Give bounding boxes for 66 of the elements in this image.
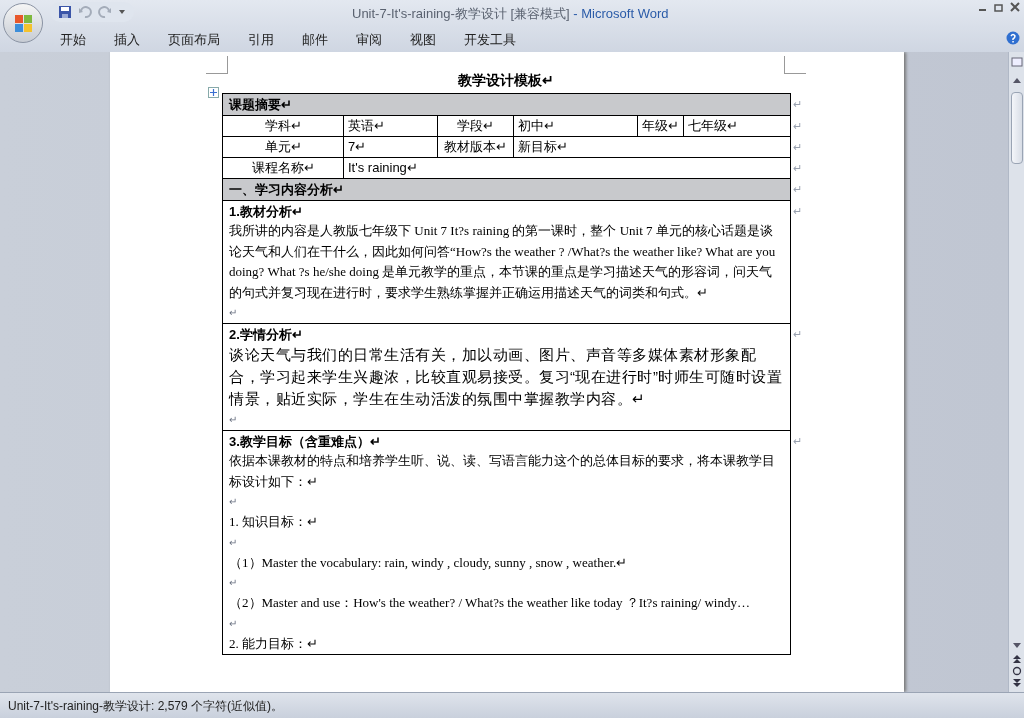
table-cell: 七年级↵ bbox=[688, 118, 738, 133]
document-heading: 教学设计模板↵ bbox=[458, 71, 554, 90]
ruler-toggle-icon[interactable] bbox=[1010, 56, 1023, 68]
table-move-handle-icon[interactable] bbox=[208, 87, 219, 98]
paragraph-mark: ↵ bbox=[229, 413, 237, 427]
section-title: 1.教材分析↵ bbox=[229, 203, 303, 221]
help-icon[interactable] bbox=[1006, 31, 1020, 45]
table-cell: 7↵ bbox=[348, 139, 367, 154]
row-end-mark: ↵ bbox=[793, 203, 803, 219]
ribbon-tab[interactable]: 审阅 bbox=[356, 30, 382, 50]
table-cell: 初中↵ bbox=[518, 118, 555, 133]
paragraph: （1）Master the vocabulary: rain, windy , cloudy, sunny , snow , weather.↵ bbox=[229, 553, 629, 572]
table-cell: It's raining↵ bbox=[348, 160, 418, 175]
paragraph: 谈论天气与我们的日常生活有关，加以动画、图片、声音等多媒体素材形象配合，学习起来学生兴趣浓，比较直观易接受。复习“现在进行时”时师生可随时设置情景，贴近实际，学生在生动活泼的氛围中掌握教学内容。↵ bbox=[229, 345, 784, 409]
save-icon[interactable] bbox=[58, 5, 72, 19]
paragraph: 我所讲的内容是人教版七年级下 Unit 7 It?s raining 的第一课时，整个 Unit 7 单元的核心话题是谈论天气和人们在干什么，因此如何问答“How?s the weather ? /What?s the weather like? What are you doing? What ?s he/she doing 是单元教学的重点，本节课的重点是学习描述天气的形容词，问天气的句式并复习现在进行时，要求学生熟练掌握并正确运用描述天气的词类和句式。↵ bbox=[229, 222, 777, 302]
previous-page-icon[interactable] bbox=[1011, 654, 1022, 664]
row-end-mark: ↵ bbox=[793, 139, 803, 155]
close-icon[interactable] bbox=[1010, 2, 1020, 12]
paragraph-mark: ↵ bbox=[229, 576, 237, 590]
margin-corner-mark bbox=[784, 56, 806, 74]
paragraph-mark: ↵ bbox=[229, 535, 237, 550]
table-cell: 英语↵ bbox=[348, 118, 385, 133]
paragraph-mark: ↵ bbox=[229, 495, 237, 509]
ribbon-tab[interactable]: 插入 bbox=[114, 30, 140, 50]
ribbon-tab[interactable]: 引用 bbox=[248, 30, 274, 50]
ribbon-tab[interactable]: 视图 bbox=[410, 30, 436, 50]
next-page-icon[interactable] bbox=[1011, 678, 1022, 688]
row-end-mark: ↵ bbox=[793, 96, 803, 112]
row-end-mark: ↵ bbox=[793, 326, 803, 342]
section-header: 课题摘要↵ bbox=[229, 97, 292, 112]
dropdown-caret-icon[interactable] bbox=[118, 8, 126, 16]
table-cell: 课程名称↵ bbox=[251, 160, 315, 175]
row-end-mark: ↵ bbox=[793, 118, 803, 134]
ribbon-tab[interactable]: 开发工具 bbox=[464, 30, 516, 50]
section-title: 2.学情分析↵ bbox=[229, 326, 303, 344]
paragraph-mark: ↵ bbox=[229, 616, 237, 631]
section-title: 3.教学目标（含重难点）↵ bbox=[229, 433, 381, 451]
window-title: Unit-7-It's-raining-教学设计 [兼容模式] bbox=[352, 5, 570, 23]
ribbon-tab[interactable]: 邮件 bbox=[302, 30, 328, 50]
row-end-mark: ↵ bbox=[793, 160, 803, 176]
table-cell: 新目标↵ bbox=[518, 139, 568, 154]
scrollbar-thumb[interactable] bbox=[1010, 92, 1023, 164]
paragraph: 1. 知识目标：↵ bbox=[229, 513, 319, 531]
table-cell: 学科↵ bbox=[264, 118, 302, 133]
scroll-up-icon[interactable] bbox=[1011, 76, 1022, 84]
status-bar-text: Unit-7-It's-raining-教学设计: 2,579 个字符(近似值)。 bbox=[8, 697, 283, 715]
table-cell: 单元↵ bbox=[264, 139, 302, 154]
paragraph-mark: ↵ bbox=[229, 306, 237, 320]
paragraph: 2. 能力目标：↵ bbox=[229, 634, 319, 653]
select-browse-object-icon[interactable] bbox=[1011, 666, 1022, 676]
restore-icon[interactable] bbox=[994, 2, 1004, 12]
table-cell: 教材版本↵ bbox=[444, 139, 507, 154]
row-end-mark: ↵ bbox=[793, 433, 803, 449]
row-end-mark: ↵ bbox=[793, 181, 803, 197]
table-cell: 学段↵ bbox=[457, 118, 494, 133]
office-button[interactable] bbox=[3, 3, 43, 43]
ribbon-tab[interactable]: 页面布局 bbox=[168, 30, 220, 50]
margin-corner-mark bbox=[206, 56, 228, 74]
paragraph: 依据本课教材的特点和培养学生听、说、读、写语言能力这个的总体目标的要求，将本课教学目标设计如下：↵ bbox=[229, 452, 776, 491]
paragraph: （2）Master and use：How's the weather? / What?s the weather like today ？It?s raining/ windy… bbox=[229, 594, 751, 612]
app-name: - Microsoft Word bbox=[572, 5, 669, 23]
section-header: 一、学习内容分析↵ bbox=[229, 182, 344, 197]
scroll-down-icon[interactable] bbox=[1011, 642, 1022, 650]
table-cell: 年级↵ bbox=[642, 118, 679, 133]
ribbon-tab[interactable]: 开始 bbox=[60, 30, 86, 50]
